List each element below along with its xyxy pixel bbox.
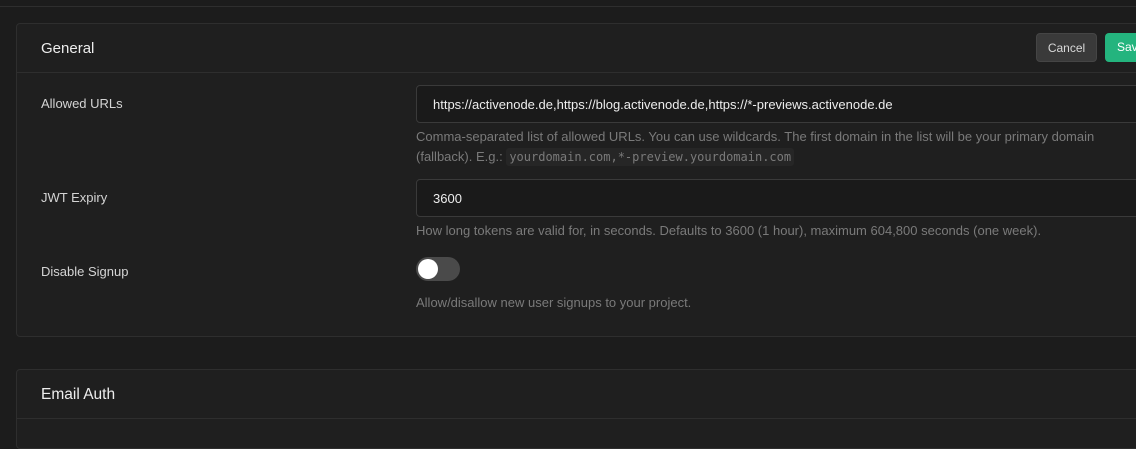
cancel-button[interactable]: Cancel <box>1036 33 1097 62</box>
disable-signup-help: Allow/disallow new user signups to your … <box>416 295 692 310</box>
disable-signup-label: Disable Signup <box>41 264 129 279</box>
toggle-knob <box>418 259 438 279</box>
email-auth-panel-title: Email Auth <box>41 386 116 403</box>
allowed-urls-help-example: yourdomain.com,*-preview.yourdomain.com <box>506 148 795 166</box>
email-auth-panel: Email Auth <box>16 369 1136 449</box>
jwt-expiry-input[interactable] <box>416 179 1136 217</box>
top-divider <box>0 0 1136 7</box>
general-panel-header: General Cancel Save <box>17 24 1136 73</box>
allowed-urls-help: Comma-separated list of allowed URLs. Yo… <box>416 127 1136 167</box>
email-auth-panel-header: Email Auth <box>17 370 1136 419</box>
general-panel-title: General <box>41 40 95 57</box>
jwt-expiry-label: JWT Expiry <box>41 190 108 205</box>
disable-signup-toggle[interactable] <box>416 257 460 281</box>
allowed-urls-input[interactable] <box>416 85 1136 123</box>
jwt-expiry-help: How long tokens are valid for, in second… <box>416 223 1042 238</box>
allowed-urls-label: Allowed URLs <box>41 96 123 111</box>
general-settings-panel: General Cancel Save Allowed URLs Comma-s… <box>16 23 1136 337</box>
save-button[interactable]: Save <box>1105 33 1136 62</box>
